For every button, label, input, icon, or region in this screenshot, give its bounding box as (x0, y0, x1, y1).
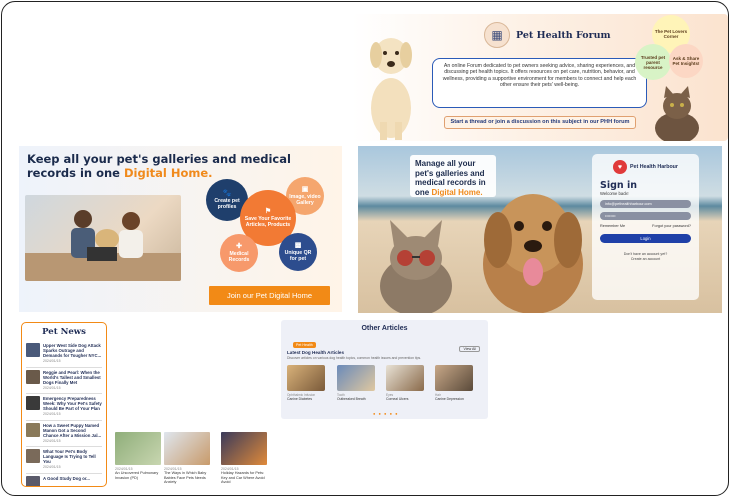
article-card-image (164, 432, 210, 465)
article-card-image (115, 432, 161, 465)
news-thumbnail (26, 396, 40, 410)
latest-articles-description: Discover articles on various dog health … (287, 356, 422, 360)
medical-icon: ✚ (236, 242, 242, 250)
news-item[interactable]: Emergency Preparedness Week: Why Your Pe… (26, 394, 102, 421)
news-item[interactable]: How a Sweet Puppy Named Manon Got a Seco… (26, 421, 102, 447)
bubble-ask-share: Ask & Share Pet Insights! (669, 44, 703, 78)
news-item-title: A Good Study Dog or... (43, 475, 90, 481)
other-article-name: Outbreaked Breath (337, 397, 366, 401)
news-thumbnail (26, 343, 40, 357)
carousel-dots[interactable]: ● ● ● ● ● (373, 411, 399, 416)
image-icon: ▣ (301, 185, 309, 193)
medical-records-circle: ✚ Medical Records (220, 234, 258, 272)
medical-records-label: Medical Records (228, 250, 250, 263)
news-item-date: 2024/01/15 (43, 359, 61, 363)
other-article-image (287, 365, 325, 391)
news-item[interactable]: A Good Study Dog or... (26, 474, 102, 486)
forum-title-row: ▦ Pet Health Forum (484, 22, 611, 48)
view-all-button[interactable]: View All (459, 346, 480, 352)
article-card-image (221, 432, 267, 465)
create-profiles-label: Create pet profiles (214, 197, 240, 210)
digital-home-headline: Keep all your pet's galleries and medica… (27, 152, 342, 180)
login-banner: Manage all your pet's galleries and medi… (358, 146, 722, 313)
other-articles-panel: Other Articles Pet Health View All Lates… (281, 320, 488, 419)
brand-name: Pet Health Harbour (630, 164, 678, 170)
password-field[interactable]: •••••••• (600, 212, 691, 220)
remember-me-checkbox[interactable]: Remember Me (600, 224, 625, 228)
other-article-card[interactable]: Eyes Corneal Ulcers (386, 365, 424, 401)
news-item[interactable]: What Your Pet's Body Language Is Trying … (26, 447, 102, 474)
other-article-name: Canine Diabetes (287, 397, 313, 401)
other-article-image (386, 365, 424, 391)
news-thumbnail (26, 449, 40, 463)
other-article-image (435, 365, 473, 391)
forum-logo-icon: ▦ (484, 22, 510, 48)
news-item-title: Reggie and Pearl: When the World's Talle… (43, 369, 101, 385)
article-card[interactable]: 2024/01/15 An Uncovered Pulmonary Invasi… (115, 432, 161, 480)
other-articles-title: Other Articles (361, 325, 408, 332)
pet-news-panel: Pet News Upper West Side Dog Attack Spar… (21, 322, 107, 487)
news-item-date: 2024/01/15 (43, 438, 61, 443)
welcome-text: Welcome back! (600, 191, 629, 196)
news-item-date: 2024/01/15 (43, 465, 61, 469)
article-card[interactable]: 2024/01/15 The Ways in Which Baby Babies… (164, 432, 210, 485)
other-article-card[interactable]: Tooth Outbreaked Breath (337, 365, 375, 401)
other-article-card[interactable]: Ophthalmic Infusion Canine Diabetes (287, 365, 325, 401)
pet-news-title: Pet News (42, 327, 86, 337)
paw-icon: 🐾 (222, 189, 232, 197)
cat-illustration (655, 86, 699, 141)
manage-records-pane: Manage all your pet's galleries and medi… (410, 155, 496, 197)
sign-in-title: Sign in (600, 180, 637, 191)
news-item-title: Emergency Preparedness Week: Why Your Pe… (43, 396, 102, 411)
digital-home-banner: Keep all your pet's galleries and medica… (19, 146, 342, 312)
forum-cta-button[interactable]: Start a thread or join a discussion on t… (444, 116, 636, 129)
latest-articles-heading: Latest Dog Health Articles (287, 350, 345, 355)
join-digital-home-button[interactable]: Join our Pet Digital Home (209, 286, 330, 305)
pane-accent: Digital Home. (431, 187, 483, 197)
article-card-title: Holiday Hazards for Pets: Key and Car Wh… (221, 471, 265, 484)
other-article-image (337, 365, 375, 391)
forum-banner[interactable]: ▦ Pet Health Forum An online Forum dedic… (352, 14, 728, 141)
qr-icon: ▩ (294, 241, 302, 249)
news-item-title: Upper West Side Dog Attack Sparks Outrag… (43, 343, 102, 358)
login-button[interactable]: Login (600, 234, 691, 243)
login-options-row: Remember Me Forgot your password? (600, 224, 691, 228)
other-article-name: Canine Depression (435, 397, 464, 401)
bubble-trusted-resource: Trusted pet parent resource (635, 44, 671, 80)
other-article-name: Corneal Ulcers (386, 397, 409, 401)
qr-circle: ▩ Unique QR for pet (279, 233, 317, 271)
article-card-title: The Ways in Which Baby Babies Face Pets … (164, 471, 207, 484)
qr-label: Unique QR for pet (284, 249, 312, 262)
email-field[interactable]: info@pethealthharbour.com (600, 200, 691, 208)
article-card[interactable]: 2024/01/15 Holiday Hazards for Pets: Key… (221, 432, 267, 485)
forgot-password-link[interactable]: Forgot your password? (652, 224, 691, 228)
cat-with-sunglasses-illustration (380, 220, 452, 313)
news-item-date: 2024/01/15 (43, 412, 61, 416)
news-item-date: 2024/01/15 (43, 385, 61, 390)
gallery-label: Image, video Gallery (289, 193, 321, 206)
news-item-title: What Your Pet's Body Language Is Trying … (43, 449, 96, 464)
login-brand: ♥ Pet Health Harbour (600, 160, 691, 174)
brand-logo-icon: ♥ (613, 160, 627, 174)
forum-title: Pet Health Forum (516, 29, 611, 41)
other-article-card[interactable]: Hair Canine Depression (435, 365, 473, 401)
news-item[interactable]: Upper West Side Dog Attack Sparks Outrag… (26, 341, 102, 368)
article-card-title: An Uncovered Pulmonary Invasion (PD) (115, 471, 159, 480)
signup-note: Don't have an account yet? Create an acc… (600, 252, 691, 262)
category-tag[interactable]: Pet Health (293, 342, 316, 348)
labrador-illustration (370, 38, 412, 140)
news-item-title: How a Sweet Puppy Named Manon Got a Seco… (43, 422, 102, 438)
save-favorites-label: Save Your Favorite Articles, Products (244, 215, 292, 228)
sign-in-panel: ♥ Pet Health Harbour Sign in Welcome bac… (592, 154, 699, 300)
bookmark-icon: ⚑ (264, 207, 272, 215)
news-thumbnail (26, 475, 40, 486)
page-frame: ▦ Pet Health Forum An online Forum dedic… (1, 1, 729, 496)
news-item[interactable]: Reggie and Pearl: When the World's Talle… (26, 368, 102, 394)
create-account-link[interactable]: Create an account (600, 257, 691, 262)
news-thumbnail (26, 422, 40, 437)
family-with-dog-photo (25, 195, 181, 281)
forum-description: An online Forum dedicated to pet owners … (432, 58, 647, 108)
headline-accent: Digital Home. (123, 166, 213, 180)
news-thumbnail (26, 369, 40, 384)
